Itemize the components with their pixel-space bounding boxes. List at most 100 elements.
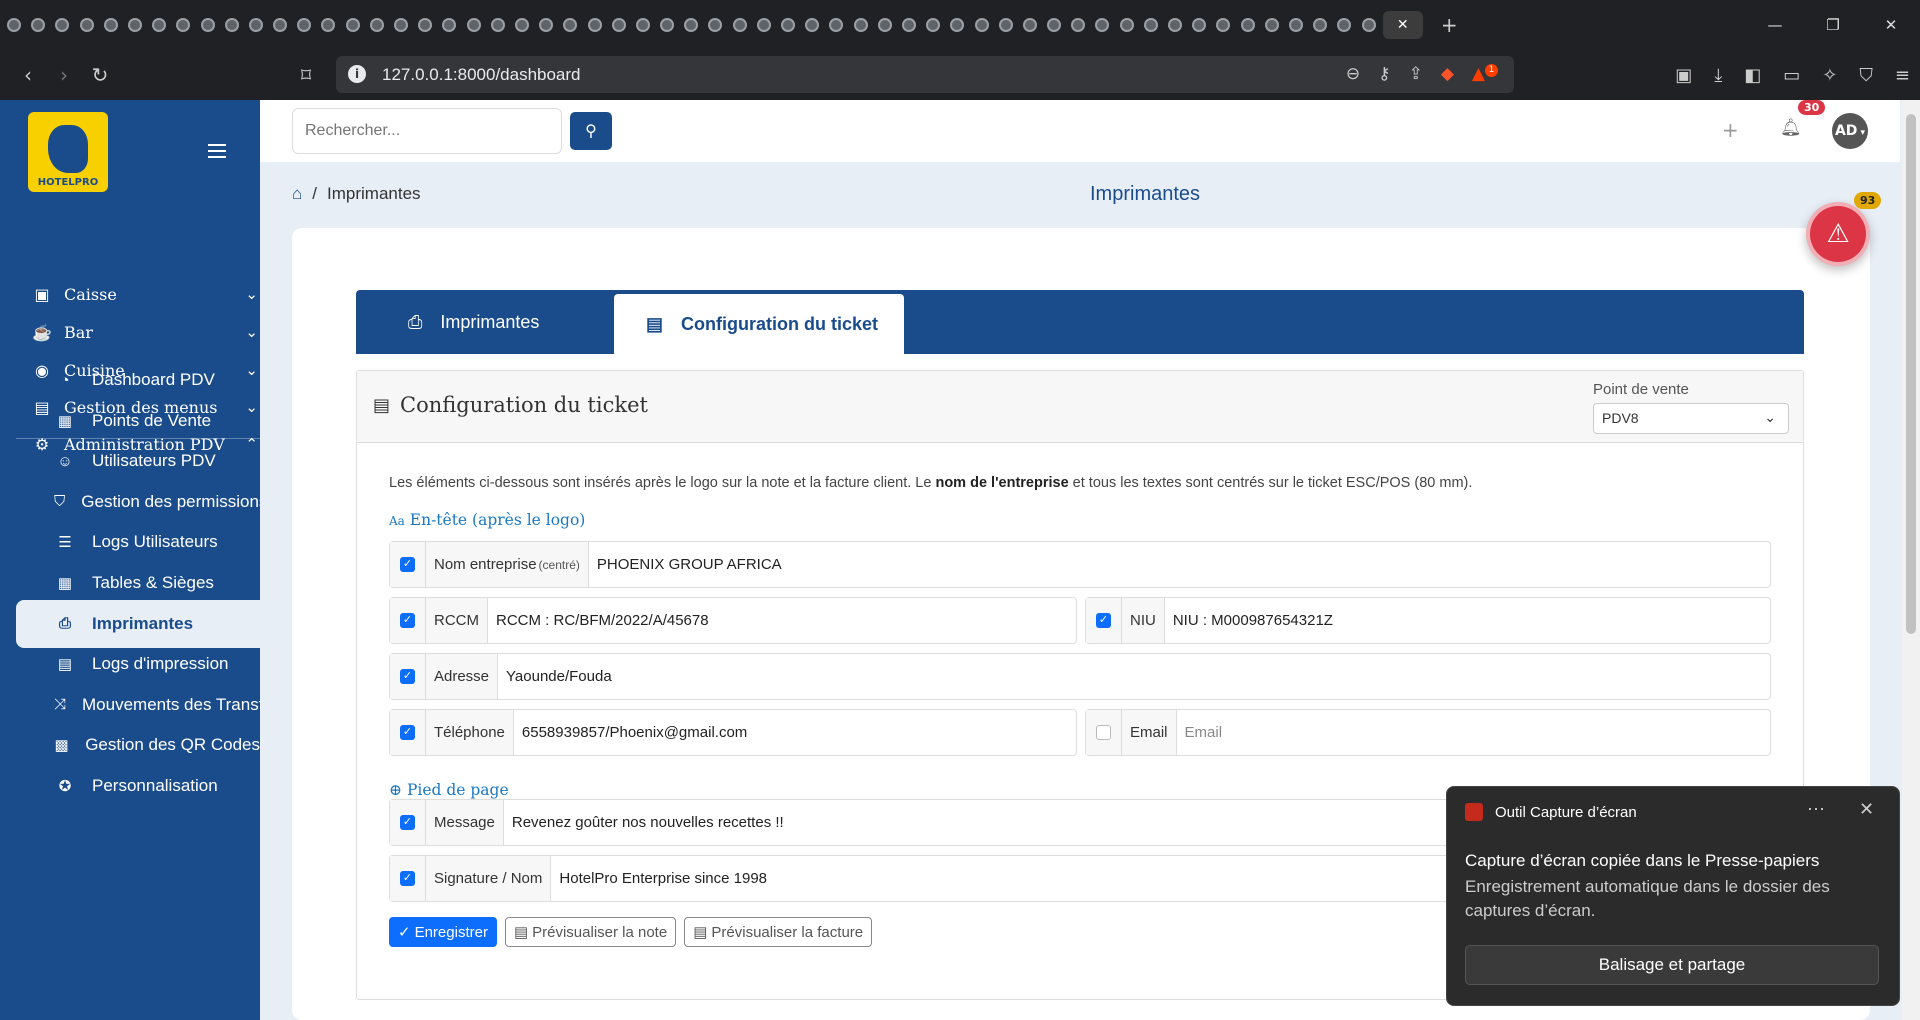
tab-configuration-ticket[interactable]: ▤ Configuration du ticket — [614, 294, 904, 354]
download-icon[interactable]: ⤓ — [1714, 65, 1722, 86]
browser-tab[interactable] — [173, 11, 193, 39]
browser-tab[interactable] — [125, 11, 145, 39]
browser-tab[interactable] — [923, 11, 943, 39]
reader-icon[interactable]: ▣ — [1675, 65, 1692, 86]
browser-tab[interactable] — [28, 11, 48, 39]
input-message[interactable]: Revenez goûter nos nouvelles recettes !! — [504, 800, 792, 845]
checkbox-email[interactable] — [1096, 725, 1111, 740]
share-icon[interactable]: ⇪ — [1409, 64, 1423, 84]
browser-tab[interactable] — [826, 11, 846, 39]
preview-invoice-button[interactable]: ▤ Prévisualiser la facture — [684, 917, 873, 947]
zoom-out-icon[interactable]: ⊖ — [1346, 64, 1360, 84]
browser-tab[interactable] — [77, 11, 97, 39]
browser-tab[interactable] — [246, 11, 266, 39]
close-icon[interactable]: ✕ — [1859, 799, 1874, 820]
search-button[interactable]: ⚲ — [570, 112, 612, 150]
browser-tab[interactable] — [851, 11, 871, 39]
wallet-icon[interactable]: ▭ — [1783, 65, 1800, 86]
browser-tab[interactable] — [1068, 11, 1088, 39]
browser-tab[interactable] — [52, 11, 72, 39]
user-avatar[interactable]: AD ▾ — [1832, 113, 1868, 149]
browser-tab[interactable] — [1189, 11, 1209, 39]
checkbox-rccm[interactable]: ✓ — [400, 613, 415, 628]
leo-ai-icon[interactable]: ✧ — [1822, 65, 1837, 86]
back-icon[interactable]: ‹ — [10, 63, 46, 87]
browser-tab[interactable] — [536, 11, 556, 39]
browser-tab[interactable] — [488, 11, 508, 39]
sidebar-subitem-personnalisation[interactable]: ✪ Personnalisation — [16, 762, 260, 810]
point-de-vente-select[interactable]: PDV8 ⌄ — [1593, 403, 1789, 434]
checkbox-message[interactable]: ✓ — [400, 815, 415, 830]
browser-tab[interactable] — [464, 11, 484, 39]
browser-tab[interactable] — [1359, 11, 1379, 39]
snipping-tool-notification[interactable]: Outil Capture d’écran ⋯ ✕ Capture d’écra… — [1446, 786, 1900, 1006]
browser-tab[interactable] — [875, 11, 895, 39]
sidebar-toggle-icon[interactable]: ◧ — [1744, 65, 1761, 86]
browser-tab[interactable] — [705, 11, 725, 39]
more-options-icon[interactable]: ⋯ — [1807, 799, 1825, 820]
tab-imprimantes[interactable]: ⎙ Imprimantes — [356, 290, 612, 354]
checkbox-telephone[interactable]: ✓ — [400, 725, 415, 740]
key-icon[interactable]: ⚷ — [1378, 64, 1390, 84]
browser-tab[interactable] — [778, 11, 798, 39]
active-browser-tab[interactable]: ✕ — [1382, 11, 1423, 39]
add-icon[interactable]: + — [1722, 118, 1739, 142]
browser-tab[interactable] — [1117, 11, 1137, 39]
browser-tab[interactable] — [4, 11, 24, 39]
preview-note-button[interactable]: ▤ Prévisualiser la note — [504, 917, 677, 947]
browser-tab[interactable] — [415, 11, 435, 39]
maximize-button[interactable]: ❐ — [1804, 0, 1862, 50]
browser-tab[interactable] — [101, 11, 121, 39]
browser-tab[interactable] — [1310, 11, 1330, 39]
bookmark-icon[interactable]: ⌑ — [288, 63, 324, 87]
browser-tab[interactable] — [1020, 11, 1040, 39]
input-niu[interactable]: NIU : M000987654321Z — [1165, 598, 1341, 643]
browser-tab[interactable] — [1238, 11, 1258, 39]
input-telephone[interactable]: 6558939857/Phoenix@gmail.com — [514, 710, 755, 755]
browser-tab[interactable] — [1165, 11, 1185, 39]
bell-icon[interactable]: 🔔︎ — [1780, 118, 1802, 138]
browser-tab[interactable] — [391, 11, 411, 39]
reload-icon[interactable]: ↻ — [82, 63, 118, 87]
save-button[interactable]: ✓ Enregistrer — [389, 917, 497, 947]
browser-tab[interactable] — [294, 11, 314, 39]
hotelpro-logo[interactable]: HOTELPRO — [28, 112, 108, 192]
forward-icon[interactable]: › — [46, 63, 82, 87]
browser-tab[interactable] — [681, 11, 701, 39]
new-tab-button[interactable]: + — [1441, 13, 1458, 37]
input-nom-entreprise[interactable]: PHOENIX GROUP AFRICA — [587, 542, 790, 587]
checkbox-signature[interactable]: ✓ — [400, 871, 415, 886]
brave-shield-icon[interactable]: ◆ — [1441, 64, 1454, 84]
input-email[interactable]: Email — [1177, 710, 1231, 755]
browser-tab[interactable] — [149, 11, 169, 39]
browser-tab[interactable] — [270, 11, 290, 39]
hamburger-menu-icon[interactable] — [208, 140, 226, 162]
browser-tab[interactable] — [633, 11, 653, 39]
markup-share-button[interactable]: Balisage et partage — [1465, 945, 1879, 985]
brave-rewards-icon[interactable]: ▲ 1 — [1472, 64, 1498, 84]
minimize-button[interactable]: — — [1746, 0, 1804, 50]
address-bar[interactable]: i 127.0.0.1:8000/dashboard ⊖ ⚷ ⇪ ◆ ▲ 1 — [336, 56, 1514, 93]
scrollbar-thumb[interactable] — [1906, 114, 1916, 634]
browser-tab[interactable] — [972, 11, 992, 39]
browser-tab[interactable] — [802, 11, 822, 39]
close-window-button[interactable]: ✕ — [1862, 0, 1920, 50]
browser-tab[interactable] — [198, 11, 218, 39]
checkbox-niu[interactable]: ✓ — [1096, 613, 1111, 628]
input-rccm[interactable]: RCCM : RC/BFM/2022/A/45678 — [488, 598, 717, 643]
browser-tab[interactable] — [585, 11, 605, 39]
browser-tab[interactable] — [222, 11, 242, 39]
browser-tab[interactable] — [996, 11, 1016, 39]
browser-tab[interactable] — [367, 11, 387, 39]
browser-tab[interactable] — [730, 11, 750, 39]
browser-tab[interactable] — [318, 11, 338, 39]
vpn-icon[interactable]: ⛉ — [1859, 65, 1873, 86]
browser-tab[interactable] — [1141, 11, 1161, 39]
browser-tab[interactable] — [343, 11, 363, 39]
browser-tab[interactable] — [1334, 11, 1354, 39]
page-scrollbar[interactable] — [1902, 100, 1920, 1020]
menu-icon[interactable]: ≡ — [1895, 65, 1910, 86]
browser-tab[interactable] — [1286, 11, 1306, 39]
checkbox-adresse[interactable]: ✓ — [400, 669, 415, 684]
browser-tab[interactable] — [439, 11, 459, 39]
